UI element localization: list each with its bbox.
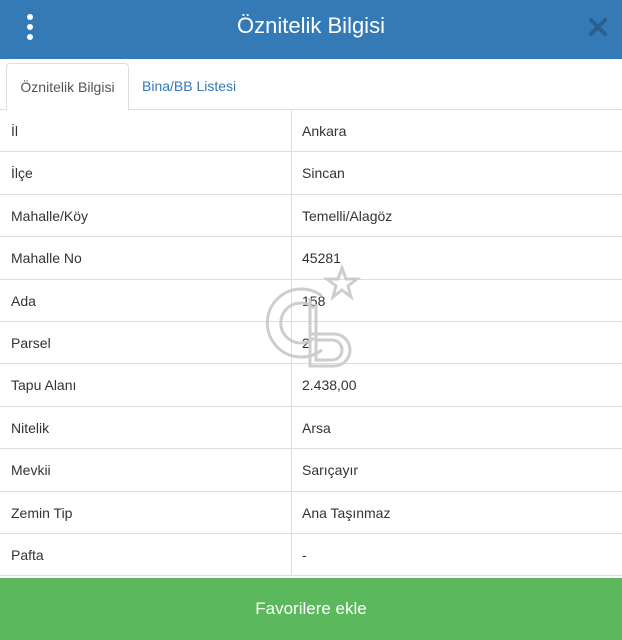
row-value: - [302,546,307,563]
table-row: Tapu Alanı 2.438,00 [0,364,622,407]
row-value: Ankara [302,123,347,139]
row-value: Sarıçayır [302,462,359,479]
row-value: 45281 [302,250,341,267]
tab-bar: Öznitelik Bilgisi Bina/BB Listesi [0,59,622,111]
table-row: Pafta - [0,533,622,577]
row-value: Temelli/Alagöz [302,207,393,224]
table-row: İlçe Sincan [0,152,622,195]
dialog-header: Öznitelik Bilgisi [0,0,622,59]
table-row: Zemin Tip Ana Taşınmaz [0,491,622,534]
row-value: Arsa [302,419,331,436]
table-row: Parsel 2 [0,321,622,365]
row-key: Mahalle/Köy [11,207,89,224]
row-key: Ada [11,292,36,309]
row-value: 158 [302,292,326,309]
table-row: Ada 158 [0,279,622,322]
row-key: Pafta [11,546,44,563]
row-key: İl [11,123,18,139]
row-key: Tapu Alanı [11,377,77,394]
table-row: Nitelik Arsa [0,406,622,450]
close-icon[interactable] [588,15,608,37]
row-value: 2 [302,334,310,351]
row-value: 2.438,00 [302,377,357,394]
row-value: Ana Taşınmaz [302,504,391,521]
dialog-title: Öznitelik Bilgisi [237,13,385,38]
row-key: Parsel [11,334,51,351]
row-key: Mahalle No [11,250,82,267]
table-row: Mevkii Sarıçayır [0,449,622,492]
row-value: Sincan [302,165,345,182]
tab-building-list[interactable]: Bina/BB Listesi [142,63,236,110]
tab-attribute-info[interactable]: Öznitelik Bilgisi [6,63,129,111]
table-row: Mahalle No 45281 [0,237,622,280]
attribute-table: İl Ankara İlçe Sincan Mahalle/Köy Temelli/A… [0,110,622,577]
table-row: Mahalle/Köy Temelli/Alagöz [0,194,622,238]
add-to-favorites-button[interactable]: Favorilere ekle [0,578,622,640]
row-key: Zemin Tip [11,504,73,521]
table-row: İl Ankara [0,110,622,153]
row-key: Nitelik [11,419,50,436]
row-key: Mevkii [11,462,51,479]
row-key: İlçe [11,165,33,182]
